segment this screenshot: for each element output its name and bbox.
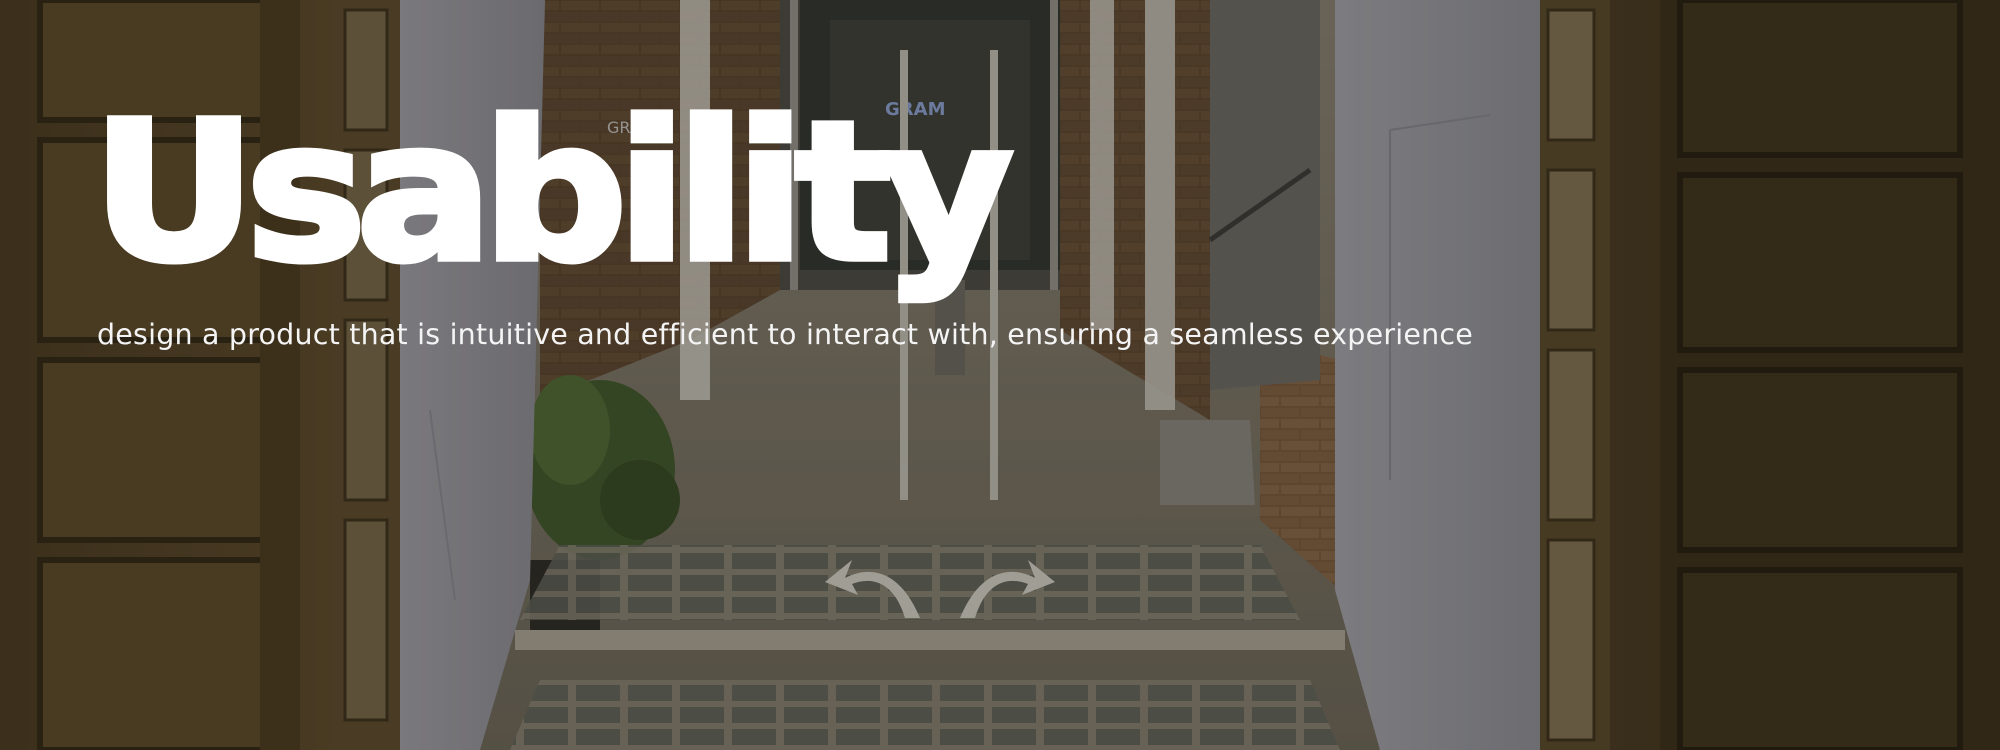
hero-subtitle: design a product that is intuitive and e… xyxy=(97,318,1473,351)
hero-banner: GRAM GRAM. Usability design a product th… xyxy=(0,0,2000,750)
hero-title: Usability xyxy=(88,79,1016,305)
